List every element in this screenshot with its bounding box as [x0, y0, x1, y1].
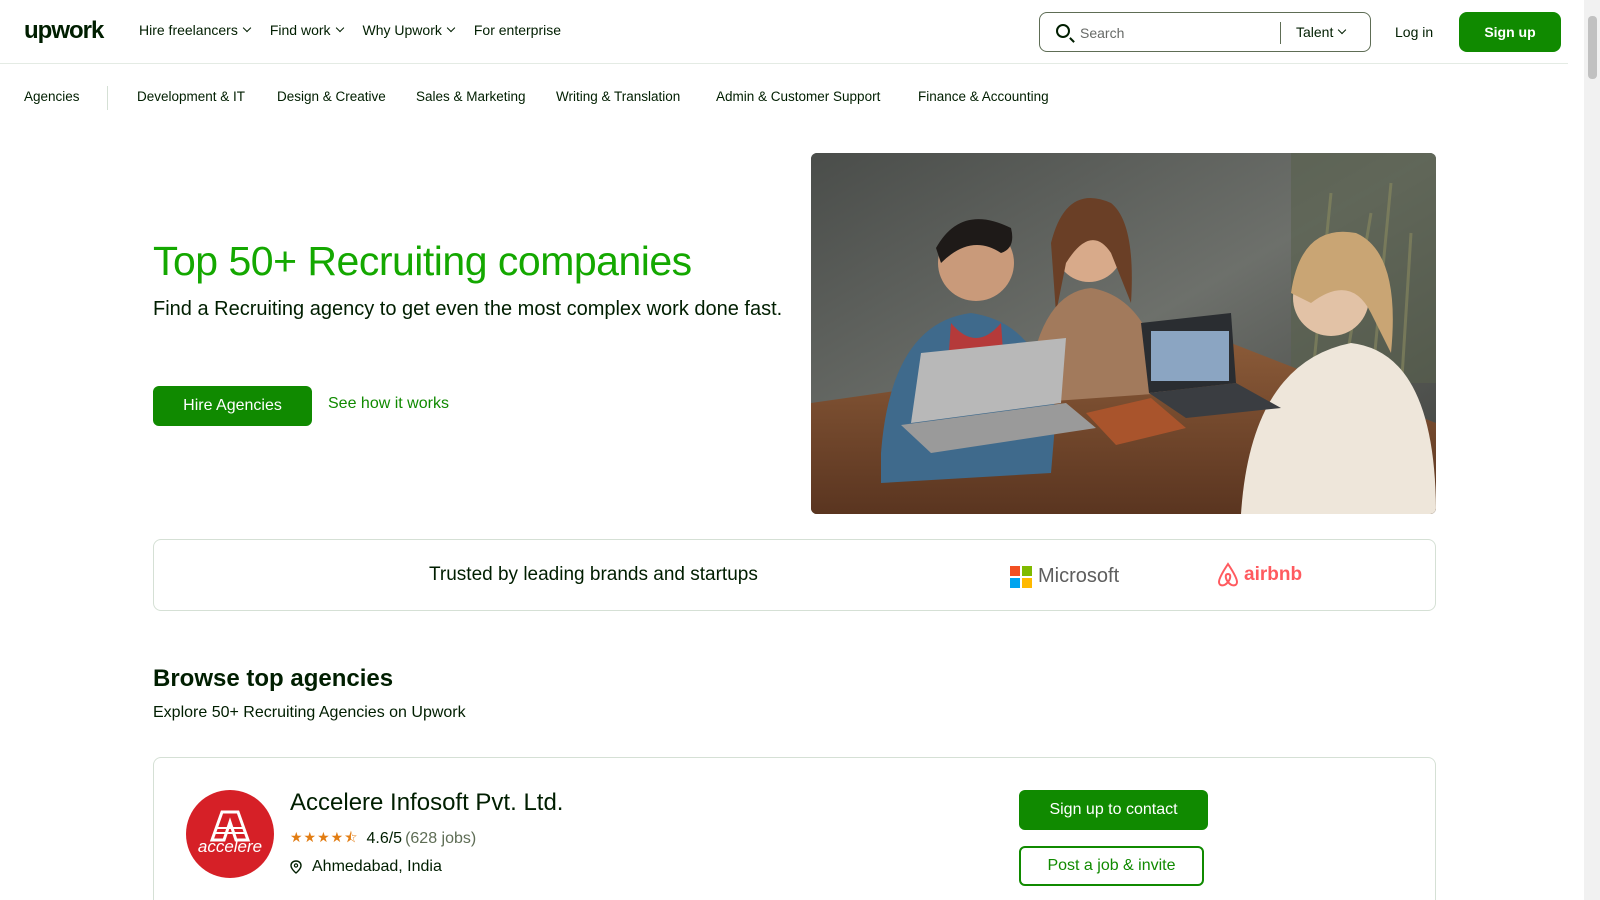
subnav-finance-accounting[interactable]: Finance & Accounting [918, 89, 1049, 104]
category-nav: Agencies Development & IT Design & Creat… [0, 64, 1568, 126]
chevron-down-icon [1338, 25, 1347, 35]
hero-photo-illustration [811, 153, 1436, 514]
star-rating-icon: ★★★★⯪ [290, 829, 359, 845]
trusted-brands-bar: Trusted by leading brands and startups M… [153, 539, 1436, 611]
airbnb-logo: airbnb [1216, 562, 1302, 588]
agency-name[interactable]: Accelere Infosoft Pvt. Ltd. [290, 789, 563, 817]
subnav-design-creative[interactable]: Design & Creative [277, 89, 386, 104]
browse-subtitle: Explore 50+ Recruiting Agencies on Upwor… [153, 704, 466, 721]
rating-value: 4.6/5 [366, 830, 403, 847]
agency-logo[interactable]: accelere [186, 790, 274, 878]
search-box[interactable]: Talent [1039, 12, 1371, 52]
search-type-dropdown[interactable]: Talent [1296, 24, 1347, 40]
agency-location: Ahmedabad, India [290, 858, 442, 876]
nav-find-work[interactable]: Find work [270, 22, 344, 38]
accelere-logo-graphic [209, 810, 251, 842]
chevron-down-icon [335, 23, 344, 33]
nav-for-enterprise[interactable]: For enterprise [474, 22, 561, 38]
subnav-admin-support[interactable]: Admin & Customer Support [716, 89, 880, 104]
see-how-it-works-link[interactable]: See how it works [328, 395, 449, 413]
top-header: upwork Hire freelancers Find work Why Up… [0, 0, 1568, 64]
subnav-divider [107, 86, 108, 110]
subnav-development-it[interactable]: Development & IT [137, 89, 245, 104]
hero-image [811, 153, 1436, 514]
search-divider [1280, 22, 1281, 44]
agency-logo-text: accelere [197, 837, 263, 856]
subnav-agencies[interactable]: Agencies [24, 89, 80, 104]
signup-button[interactable]: Sign up [1459, 12, 1561, 52]
main-nav: Hire freelancers Find work Why Upwork Fo… [139, 22, 581, 38]
chevron-down-icon [242, 23, 252, 33]
scrollbar-track[interactable] [1584, 0, 1600, 900]
microsoft-icon [1010, 565, 1032, 588]
location-pin-icon [290, 860, 302, 874]
post-job-invite-button[interactable]: Post a job & invite [1019, 846, 1204, 886]
airbnb-icon [1217, 562, 1239, 587]
hero-subtitle: Find a Recruiting agency to get even the… [153, 298, 783, 320]
chevron-down-icon [446, 23, 456, 33]
upwork-logo[interactable]: upwork [24, 17, 104, 45]
hero-title: Top 50+ Recruiting companies [153, 238, 692, 284]
location-text: Ahmedabad, India [312, 858, 442, 875]
subnav-sales-marketing[interactable]: Sales & Marketing [416, 89, 526, 104]
nav-why-upwork[interactable]: Why Upwork [363, 22, 456, 38]
nav-hire-freelancers[interactable]: Hire freelancers [139, 22, 252, 38]
subnav-writing-translation[interactable]: Writing & Translation [556, 89, 680, 104]
scrollbar-thumb[interactable] [1588, 16, 1597, 79]
hire-agencies-button[interactable]: Hire Agencies [153, 386, 312, 426]
trusted-text: Trusted by leading brands and startups [429, 564, 758, 585]
microsoft-logo: Microsoft [1010, 565, 1119, 588]
agency-rating: ★★★★⯪ 4.6/5 (628 jobs) [290, 827, 476, 851]
sign-up-to-contact-button[interactable]: Sign up to contact [1019, 790, 1208, 830]
login-link[interactable]: Log in [1395, 24, 1433, 40]
agency-card: accelere Accelere Infosoft Pvt. Ltd. ★★★… [153, 757, 1436, 900]
rating-jobs: (628 jobs) [405, 830, 477, 847]
search-input[interactable] [1080, 21, 1270, 45]
search-icon [1056, 24, 1070, 38]
browse-title: Browse top agencies [153, 665, 394, 692]
